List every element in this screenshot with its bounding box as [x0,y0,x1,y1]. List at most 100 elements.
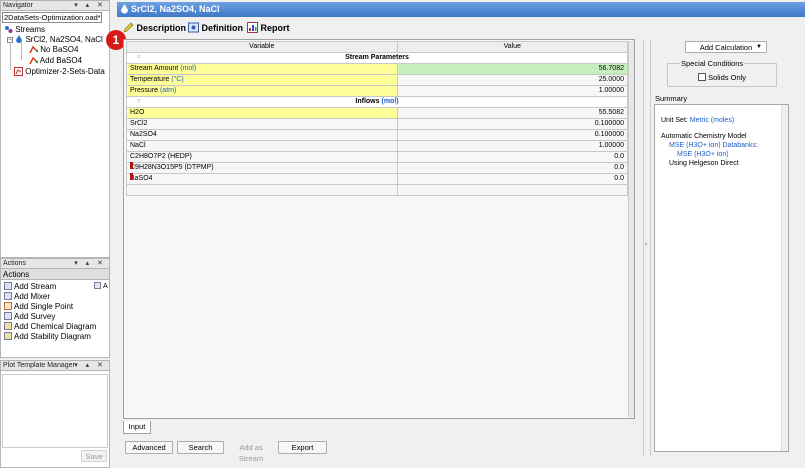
action-label: Add Chemical Diagram [14,322,97,331]
cell-value[interactable]: 0.100000 [396,118,629,130]
cell-value[interactable] [396,184,629,196]
summary-databank[interactable]: MSE (H3O+ ion) Databanks: [669,141,758,150]
grid-row-inflow[interactable]: NaCl 1.00000 [126,140,629,152]
navigator-title: Navigator [3,2,33,9]
plot-template-panel: Plot Template Manager ▾ ▴ ✕ Save [0,360,110,468]
chevron-right-icon[interactable]: › [645,241,647,248]
tree-child-add-baso4[interactable]: Add BaSO4 [29,56,82,66]
action-label: Add Stability Diagram [14,332,91,341]
grid-row-temperature[interactable]: Temperature (°C) 25.0000 [126,74,629,86]
advanced-button[interactable]: Advanced [125,441,173,454]
checkbox-box[interactable] [698,73,706,81]
tab-report-label: Report [260,23,290,33]
cell-value[interactable]: 0.0 [396,162,629,174]
cell-variable: H2O [126,107,398,119]
action-label: Add Mixer [14,292,51,301]
side-marker-label: A [103,283,108,290]
param-name: Temperature [130,76,170,83]
tree-optimizer-label: Optimizer-2-Sets-Data [25,67,105,76]
action-add-mixer[interactable]: Add Mixer [4,292,50,302]
param-unit[interactable]: (°C) [171,76,184,83]
pencil-icon [123,22,134,33]
actions-pin-close-icons[interactable]: ▾ ▴ ✕ [74,259,106,269]
actions-panel: Actions ▾ ▴ ✕ Actions Add Stream Add Mix… [0,258,110,358]
tab-definition[interactable]: Definition [188,22,243,34]
tree-child-no-baso4[interactable]: No BaSO4 [29,45,78,55]
grid-scrollbar[interactable] [628,41,634,417]
cell-value[interactable]: 0.100000 [396,129,629,141]
cell-variable [126,184,398,196]
streams-icon [5,26,13,34]
add-calculation-dropdown[interactable]: Add Calculation ▼ [685,41,767,53]
cell-value[interactable]: 55.5082 [396,107,629,119]
cell-value[interactable]: 56.7082 [396,63,629,75]
cell-variable: Stream Amount (mol) [126,63,398,75]
file-tab[interactable]: 2DataSets-Optimization.oad* [2,12,102,23]
special-conditions-title: Special Conditions [680,59,745,68]
tree-child-label: Add BaSO4 [39,56,83,65]
actions-subheader-label: Actions [3,270,30,279]
cell-variable: C9H28N3O15P5 (DTPMP) [126,162,398,174]
grid-row-inflow[interactable]: BaSO4 0.0 [126,173,629,185]
summary-model: Automatic Chemistry Model [661,133,747,140]
solids-only-checkbox[interactable]: Solids Only [698,73,746,82]
action-add-chemical-diagram[interactable]: Add Chemical Diagram [4,322,96,332]
grid-row-empty[interactable] [126,184,629,196]
grid-row-inflow[interactable]: C9H28N3O15P5 (DTPMP) 0.0 [126,162,629,174]
section-collapse-icon[interactable]: ▿ [137,53,141,63]
grid-row-inflow[interactable]: C2H8O7P2 (HEDP) 0.0 [126,151,629,163]
unit-set-value[interactable]: Metric (moles) [690,117,734,124]
tab-input-label: Input [128,422,146,431]
save-button[interactable]: Save [81,450,107,462]
tree-line [21,42,22,60]
splitter-handle[interactable]: › [643,39,651,457]
grid-row-inflow[interactable]: Na2SO4 0.100000 [126,129,629,141]
action-add-stream[interactable]: Add Stream [4,282,56,292]
actions-side-marker[interactable]: A [94,282,108,291]
cell-value[interactable]: 1.00000 [396,140,629,152]
action-add-stability-diagram[interactable]: Add Stability Diagram [4,332,91,342]
input-grid: Variable Value ▿ Stream Parameters Stream… [126,41,629,196]
grid-row-pressure[interactable]: Pressure (atm) 1.00000 [126,85,629,97]
special-conditions-group: Special Conditions Solids Only [667,59,777,87]
plot-template-pin-close-icons[interactable]: ▾ ▴ ✕ [74,361,106,371]
tree-line [10,42,11,70]
water-drop-icon [16,35,23,44]
search-button[interactable]: Search [177,441,224,454]
grid-row-stream-amount[interactable]: Stream Amount (mol) 56.7082 [126,63,629,75]
chevron-down-icon: ▼ [756,44,762,50]
tree-child-label: No BaSO4 [40,45,79,54]
tab-report[interactable]: Report [247,22,290,34]
save-button-label: Save [85,452,103,461]
unit-set-label: Unit Set: [661,117,688,124]
param-unit[interactable]: (atm) [160,87,176,94]
report-icon [247,22,258,33]
cell-value[interactable]: 0.0 [396,151,629,163]
cell-value[interactable]: 1.00000 [396,85,629,97]
summary-databank-value[interactable]: MSE (H3O+ ion) [677,150,729,159]
section-collapse-icon[interactable]: ▿ [137,97,141,107]
export-button[interactable]: Export [278,441,327,454]
navigator-pin-close-icons[interactable]: ▾ ▴ ✕ [74,1,106,11]
grid-row-inflow[interactable]: SrCl2 0.100000 [126,118,629,130]
action-add-survey[interactable]: Add Survey [4,312,55,322]
tab-description[interactable]: Description [123,22,186,34]
cell-variable: Na2SO4 [126,129,398,141]
tree-optimizer[interactable]: Optimizer-2-Sets-Data [14,67,105,77]
stability-diagram-icon [4,332,12,340]
param-unit[interactable]: (mol) [180,65,196,72]
section-stream-parameters[interactable]: ▿ Stream Parameters [126,52,628,64]
grid-row-inflow[interactable]: H2O 55.5082 [126,107,629,119]
cell-value[interactable]: 25.0000 [396,74,629,86]
action-label: Add Single Point [14,302,74,311]
actions-panel-title: Actions [3,260,26,267]
tab-input[interactable]: Input [123,421,151,434]
tree-streams[interactable]: Streams [4,25,45,35]
cell-value[interactable]: 0.0 [396,173,629,185]
plot-template-header: Plot Template Manager ▾ ▴ ✕ [1,361,109,371]
action-add-single-point[interactable]: Add Single Point [4,302,73,312]
section-inflows-unit[interactable]: (mol) [381,98,398,105]
add-as-stream-button[interactable]: Add as Stream [227,441,275,463]
summary-scrollbar[interactable] [781,105,788,451]
section-inflows[interactable]: ▿ Inflows (mol) [126,96,628,108]
